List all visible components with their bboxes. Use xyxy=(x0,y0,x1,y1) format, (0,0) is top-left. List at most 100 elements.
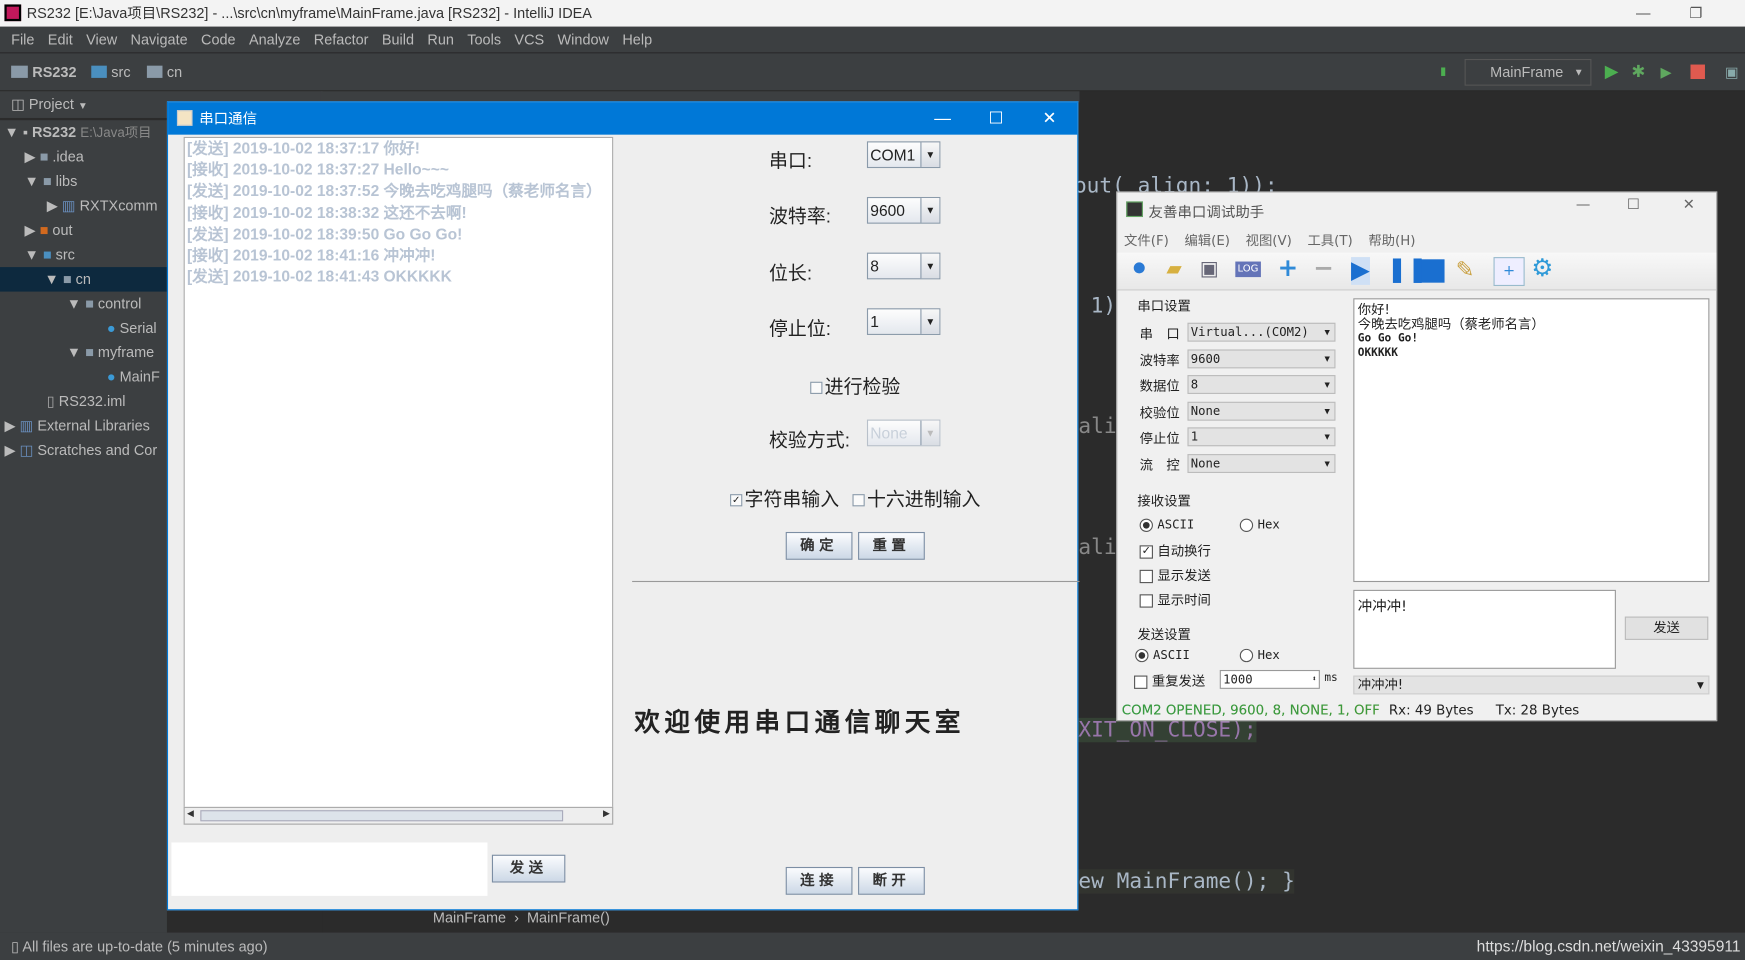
checkbox-checked[interactable]: ✓ xyxy=(730,494,743,507)
menu-vcs[interactable]: VCS xyxy=(508,27,551,53)
menu-build[interactable]: Build xyxy=(375,27,421,53)
menu-code[interactable]: Code xyxy=(194,27,242,53)
maximize-button[interactable]: ☐ xyxy=(970,102,1021,134)
menu-edit[interactable]: Edit xyxy=(41,27,79,53)
tree-item[interactable]: ▼ ▪ RS232 E:\Java项目 xyxy=(4,120,151,144)
history-select[interactable]: 冲冲冲! ▼ xyxy=(1353,675,1710,695)
tree-item[interactable]: ▶ ▥ RXTXcomm xyxy=(47,194,158,218)
open-icon[interactable]: ▰ xyxy=(1166,257,1181,280)
minus-icon[interactable]: − xyxy=(1313,255,1334,283)
menu-refactor[interactable]: Refactor xyxy=(307,27,375,53)
interval-spinner[interactable]: 1000 ⬍ xyxy=(1219,669,1320,689)
tree-item[interactable]: ▶ ■ out xyxy=(24,218,72,242)
menu-view[interactable]: View xyxy=(79,27,123,53)
disconnect-button[interactable]: 断开 xyxy=(858,866,925,895)
reset-button[interactable]: 重置 xyxy=(858,531,925,560)
tree-item[interactable]: ▼ ■ libs xyxy=(24,169,77,193)
baud-select[interactable]: 9600 ▼ xyxy=(1187,349,1336,369)
restore-icon[interactable]: ❐ xyxy=(1689,0,1702,27)
menu-run[interactable]: Run xyxy=(421,27,461,53)
tree-item[interactable]: ▼ ■ control xyxy=(67,292,142,316)
show-time-checkbox[interactable]: 显示时间 xyxy=(1139,590,1211,609)
connect-button[interactable]: 连接 xyxy=(785,866,853,895)
menu-help[interactable]: Help xyxy=(616,27,659,53)
parity-check[interactable]: 进行检验 xyxy=(810,371,900,399)
scroll-thumb[interactable] xyxy=(200,810,564,822)
port-select[interactable]: Virtual...(COM2) ▼ xyxy=(1187,322,1336,342)
parity-select[interactable]: None ▼ xyxy=(1187,401,1336,421)
port-select[interactable]: COM1 ▼ xyxy=(866,141,941,169)
tree-item-selected[interactable]: ▼ ■ cn xyxy=(0,267,167,292)
menu-view[interactable]: 视图(V) xyxy=(1246,230,1292,249)
breadcrumb-cn[interactable]: cn xyxy=(167,53,182,90)
checkbox[interactable] xyxy=(852,494,865,507)
bits-select[interactable]: 8 ▼ xyxy=(866,252,941,280)
project-structure-icon[interactable]: ▣ xyxy=(1725,53,1739,90)
coverage-icon[interactable]: ▶ xyxy=(1660,53,1671,90)
menu-tools[interactable]: 工具(T) xyxy=(1307,230,1352,249)
menu-tools[interactable]: Tools xyxy=(461,27,508,53)
stop-icon[interactable] xyxy=(1421,259,1445,283)
send-ascii-radio[interactable]: ASCII xyxy=(1135,648,1190,663)
tree-item[interactable]: ▼ ■ myframe xyxy=(67,341,154,365)
recv-hex-radio[interactable]: Hex xyxy=(1239,517,1280,532)
stop-select[interactable]: 1 ▼ xyxy=(866,308,941,335)
flow-select[interactable]: None ▼ xyxy=(1187,454,1336,473)
hex-input-option[interactable]: 十六进制输入 xyxy=(852,483,980,511)
breadcrumb-class[interactable]: MainFrame xyxy=(433,909,506,926)
show-send-checkbox[interactable]: 显示发送 xyxy=(1139,565,1211,584)
send-button[interactable]: 发送 xyxy=(491,854,566,883)
save-icon[interactable]: ▣ xyxy=(1200,257,1219,280)
helper-send-button[interactable]: 发送 xyxy=(1624,616,1709,640)
gear-icon[interactable]: ⚙ xyxy=(1531,255,1553,283)
auto-wrap-checkbox[interactable]: ✓ 自动换行 xyxy=(1139,541,1211,560)
run-config-select[interactable]: MainFrame ▼ xyxy=(1464,58,1592,86)
menu-file[interactable]: 文件(F) xyxy=(1124,230,1169,249)
clear-brush-icon[interactable]: ✎ xyxy=(1456,256,1475,283)
breadcrumb-src[interactable]: src xyxy=(111,53,130,90)
stop-icon[interactable] xyxy=(1690,64,1705,80)
tree-item[interactable]: ▶ ■ .idea xyxy=(24,145,83,169)
add-window-icon[interactable]: + xyxy=(1493,257,1525,287)
play-icon[interactable]: ▶ xyxy=(1351,257,1370,285)
tree-item[interactable]: ▶ ◫ Scratches and Cor xyxy=(4,438,157,462)
tree-item[interactable]: ● MainF xyxy=(107,365,160,389)
ok-button[interactable]: 确定 xyxy=(785,531,853,560)
breadcrumb-rs232[interactable]: RS232 xyxy=(32,53,76,90)
log-icon[interactable]: LOG xyxy=(1235,261,1261,278)
horizontal-scrollbar[interactable]: ◀ ▶ xyxy=(183,806,614,825)
recv-ascii-radio[interactable]: ASCII xyxy=(1139,517,1194,532)
maximize-button[interactable]: ☐ xyxy=(1627,197,1640,214)
new-icon[interactable]: ● xyxy=(1133,259,1146,276)
repeat-send-checkbox[interactable]: 重复发送 xyxy=(1134,671,1205,690)
minimize-icon[interactable]: — xyxy=(1636,0,1650,27)
menu-navigate[interactable]: Navigate xyxy=(124,27,194,53)
plus-icon[interactable]: + xyxy=(1278,255,1299,283)
close-button[interactable]: ✕ xyxy=(1683,197,1695,214)
minimize-button[interactable]: — xyxy=(917,102,968,134)
run-icon[interactable]: ▶ xyxy=(1605,53,1619,90)
menu-edit[interactable]: 编辑(E) xyxy=(1184,230,1230,249)
debug-icon[interactable]: ✱ xyxy=(1632,53,1646,90)
send-area[interactable]: 冲冲冲! xyxy=(1353,589,1616,669)
tree-item[interactable]: ▶ ▥ External Libraries xyxy=(4,414,149,438)
tree-item[interactable]: ▼ ■ src xyxy=(24,243,74,267)
minimize-button[interactable]: — xyxy=(1576,197,1590,214)
menu-analyze[interactable]: Analyze xyxy=(242,27,307,53)
string-input-option[interactable]: ✓ 字符串输入 xyxy=(730,483,839,511)
tree-item[interactable]: ● Serial xyxy=(107,316,157,340)
baud-select[interactable]: 9600 ▼ xyxy=(866,196,941,224)
close-button[interactable]: ✕ xyxy=(1024,102,1075,134)
stopbits-select[interactable]: 1 ▼ xyxy=(1187,427,1336,447)
menu-window[interactable]: Window xyxy=(551,27,616,53)
receive-area[interactable]: 你好! 今晚去吃鸡腿吗（蔡老师名言） Go Go Go! OKKKKK xyxy=(1353,298,1710,583)
menu-file[interactable]: File xyxy=(4,27,41,53)
send-hex-radio[interactable]: Hex xyxy=(1239,648,1280,663)
databits-select[interactable]: 8 ▼ xyxy=(1187,375,1336,394)
checkbox[interactable] xyxy=(810,381,823,394)
message-input[interactable] xyxy=(171,842,488,896)
menu-help[interactable]: 帮助(H) xyxy=(1368,230,1415,249)
tree-item[interactable]: ▯ RS232.iml xyxy=(47,390,126,414)
breadcrumb-method[interactable]: MainFrame() xyxy=(527,909,610,926)
chat-log[interactable]: [发送] 2019-10-02 18:37:17 你好! [接收] 2019-1… xyxy=(183,136,614,825)
